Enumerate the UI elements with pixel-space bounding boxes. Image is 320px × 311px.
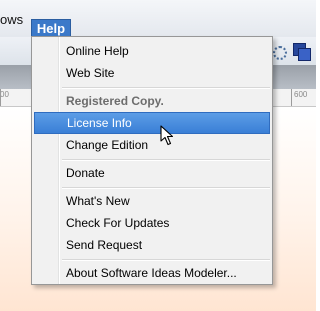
- menu-item-send-request[interactable]: Send Request: [34, 234, 270, 256]
- menu-item-change-edition[interactable]: Change Edition: [34, 134, 270, 156]
- dotted-circle-icon[interactable]: [273, 46, 287, 60]
- ruler-label-right: 600: [294, 90, 308, 99]
- menu-separator: [62, 159, 270, 161]
- menu-item-check-for-updates[interactable]: Check For Updates: [34, 212, 270, 234]
- menu-item-whats-new[interactable]: What's New: [34, 190, 270, 212]
- mouse-pointer-icon: [160, 125, 174, 146]
- menu-item-online-help[interactable]: Online Help: [34, 40, 270, 62]
- menu-separator: [62, 187, 270, 189]
- overlapping-squares-icon[interactable]: [293, 43, 311, 61]
- menu-windows[interactable]: ows: [0, 12, 23, 27]
- menu-item-license-info[interactable]: License Info: [34, 112, 270, 134]
- menu-separator: [62, 87, 270, 89]
- menu-item-registered-copy: Registered Copy.: [66, 94, 164, 108]
- menu-item-about[interactable]: About Software Ideas Modeler...: [34, 262, 270, 284]
- menu-help[interactable]: Help: [31, 19, 71, 37]
- help-dropdown-menu: Online Help Web Site Registered Copy. Li…: [31, 36, 273, 285]
- menu-separator: [62, 259, 270, 261]
- ruler-label-left: 00: [0, 90, 9, 99]
- menu-item-donate[interactable]: Donate: [34, 162, 270, 184]
- menu-item-web-site[interactable]: Web Site: [34, 62, 270, 84]
